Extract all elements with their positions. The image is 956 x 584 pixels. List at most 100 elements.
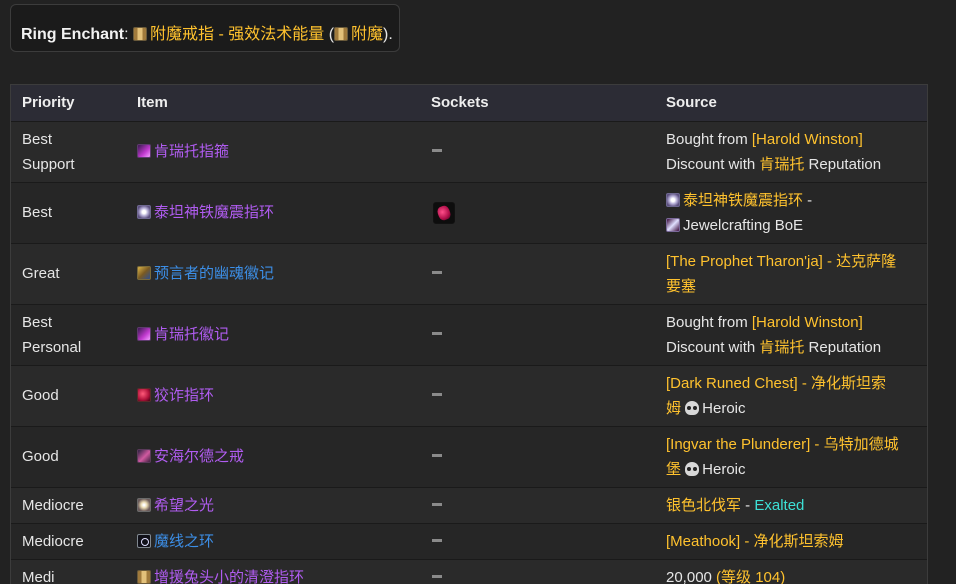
source-cell: [Meathook] - 净化斯坦索姆 xyxy=(655,523,927,559)
header-priority: Priority xyxy=(22,94,75,112)
no-socket-dash xyxy=(432,149,442,152)
scroll-icon xyxy=(334,27,349,41)
source-text: Jewelcrafting BoE xyxy=(683,216,804,234)
table-row: Best Personal 肯瑞托徽记 Bought from [Harold Win… xyxy=(11,304,927,365)
source-text: - xyxy=(803,191,813,209)
no-socket-dash xyxy=(432,502,442,506)
source-link[interactable]: [Dark Runed Chest] - 净化斯坦索 xyxy=(666,375,886,392)
gem-icon xyxy=(666,217,680,232)
source-link[interactable]: 银色北伐军 xyxy=(666,497,741,514)
source-text: Bought from xyxy=(666,313,752,331)
source-link[interactable]: [Harold Winston] xyxy=(752,131,863,148)
scroll-icon xyxy=(137,569,151,584)
source-text: Discount with xyxy=(666,155,760,173)
priority-cell: Mediocre xyxy=(11,487,126,523)
source-text: Reputation xyxy=(804,338,882,356)
priority-label: Best xyxy=(22,130,53,148)
priority-cell: Best Support xyxy=(11,121,126,182)
priority-label: Personal xyxy=(22,338,82,356)
item-cell: 预言者的幽魂徽记 xyxy=(126,243,420,304)
table-row: Medi 增援兔头小的清澄指环 20,000 (等级 104) xyxy=(11,559,927,584)
item-cell: 魔线之环 xyxy=(126,523,420,559)
source-link[interactable]: 肯瑞托 xyxy=(759,156,804,173)
priority-cell: Best Personal xyxy=(11,304,126,365)
source-link[interactable]: 姆 xyxy=(666,400,685,417)
item-link[interactable]: 预言者的幽魂徽记 xyxy=(154,265,274,282)
source-link[interactable]: [Harold Winston] xyxy=(752,314,863,331)
source-link[interactable]: 堡 xyxy=(666,461,685,478)
priority-label: Mediocre xyxy=(22,496,84,514)
source-cell: 银色北伐军 - Exalted xyxy=(655,487,927,523)
sockets-cell xyxy=(420,121,655,182)
enchant-link[interactable]: 附魔戒指 - 强效法术能量 xyxy=(150,26,324,43)
paren-close: ). xyxy=(383,26,393,43)
ring-icon xyxy=(666,192,680,207)
item-link[interactable]: 肯瑞托指箍 xyxy=(154,143,229,160)
source-cell: [Ingvar the Plunderer] - 乌特加德城堡 Heroic xyxy=(655,426,927,487)
skull-icon xyxy=(685,461,700,476)
sockets-cell xyxy=(420,523,655,559)
item-link[interactable]: 增援兔头小的清澄指环 xyxy=(154,569,304,584)
table-row: Good 狡诈指环 [Dark Runed Chest] - 净化斯坦索姆 Hero… xyxy=(11,365,927,426)
source-text: Discount with xyxy=(666,338,760,356)
item-cell: 增援兔头小的清澄指环 xyxy=(126,559,420,584)
source-link[interactable]: (等级 104) xyxy=(716,569,785,584)
skull-icon xyxy=(685,400,700,415)
priority-label: Good xyxy=(22,387,59,404)
sword-icon xyxy=(137,449,151,463)
table-row: Mediocre 希望之光 银色北伐军 - Exalted xyxy=(11,487,927,523)
priority-cell: Great xyxy=(11,243,126,304)
source-link[interactable]: 泰坦神铁魔震指环 xyxy=(683,192,803,209)
source-cell: 20,000 (等级 104) xyxy=(655,559,927,584)
source-text: Reputation xyxy=(804,155,882,173)
source-text: Heroic xyxy=(702,399,746,417)
item-cell: 肯瑞托指箍 xyxy=(126,121,420,182)
book-icon xyxy=(137,266,151,280)
scroll-icon xyxy=(133,27,148,41)
no-socket-dash xyxy=(432,454,442,457)
item-link[interactable]: 泰坦神铁魔震指环 xyxy=(154,204,274,221)
source-text: Heroic xyxy=(702,460,746,478)
item-link[interactable]: 安海尔德之戒 xyxy=(154,448,244,465)
source-text: - xyxy=(741,496,755,514)
source-cell: Bought from [Harold Winston] Discount wit… xyxy=(655,304,927,365)
source-cell: Bought from [Harold Winston] Discount wit… xyxy=(655,121,927,182)
item-link[interactable]: 魔线之环 xyxy=(154,533,214,550)
source-link[interactable]: 要塞 xyxy=(666,278,696,295)
source-link[interactable]: [Meathook] - 净化斯坦索姆 xyxy=(666,533,844,550)
sockets-cell xyxy=(420,243,655,304)
bracer-icon xyxy=(137,144,151,158)
priority-label: Great xyxy=(22,265,60,282)
red-ring-icon xyxy=(137,388,151,402)
source-cell: [The Prophet Tharon'ja] - 达克萨隆 要塞 xyxy=(655,243,927,304)
ring-enchant-callout: Ring Enchant: 附魔戒指 - 强效法术能量 (附魔). xyxy=(10,4,400,52)
priority-cell: Good xyxy=(11,365,126,426)
no-socket-dash xyxy=(432,538,442,542)
item-link[interactable]: 狡诈指环 xyxy=(154,387,214,404)
priority-cell: Mediocre xyxy=(11,523,126,559)
table-row: Great 预言者的幽魂徽记 [The Prophet Tharon'ja] - 达… xyxy=(11,243,927,304)
sockets-cell xyxy=(420,559,655,584)
sockets-cell xyxy=(420,487,655,523)
enchant-colon: : xyxy=(124,26,129,43)
source-link[interactable]: [The Prophet Tharon'ja] - 达克萨隆 xyxy=(666,253,896,270)
profession-link[interactable]: 附魔 xyxy=(351,26,383,43)
source-text: Bought from xyxy=(666,130,752,148)
source-link[interactable]: 肯瑞托 xyxy=(759,339,804,356)
table-row: Best Support 肯瑞托指箍 Bought from [Harold Wins… xyxy=(11,121,927,182)
source-cell: [Dark Runed Chest] - 净化斯坦索姆 Heroic xyxy=(655,365,927,426)
priority-label: Best xyxy=(22,204,53,221)
sockets-cell xyxy=(420,182,655,243)
source-link[interactable]: [Ingvar the Plunderer] - 乌特加德城 xyxy=(666,436,899,453)
table-row: Best 泰坦神铁魔震指环 泰坦神铁魔震指环 - Jewelcrafting BoE xyxy=(11,182,927,243)
table-row: Mediocre 魔线之环 [Meathook] - 净化斯坦索姆 xyxy=(11,523,927,559)
source-link[interactable]: Exalted xyxy=(754,497,804,514)
no-socket-dash xyxy=(432,271,442,274)
item-cell: 肯瑞托徽记 xyxy=(126,304,420,365)
header-item: Item xyxy=(137,94,168,112)
item-link[interactable]: 肯瑞托徽记 xyxy=(154,326,229,343)
item-link[interactable]: 希望之光 xyxy=(154,497,214,514)
priority-cell: Medi xyxy=(11,559,126,584)
item-cell: 泰坦神铁魔震指环 xyxy=(126,182,420,243)
sockets-cell xyxy=(420,304,655,365)
